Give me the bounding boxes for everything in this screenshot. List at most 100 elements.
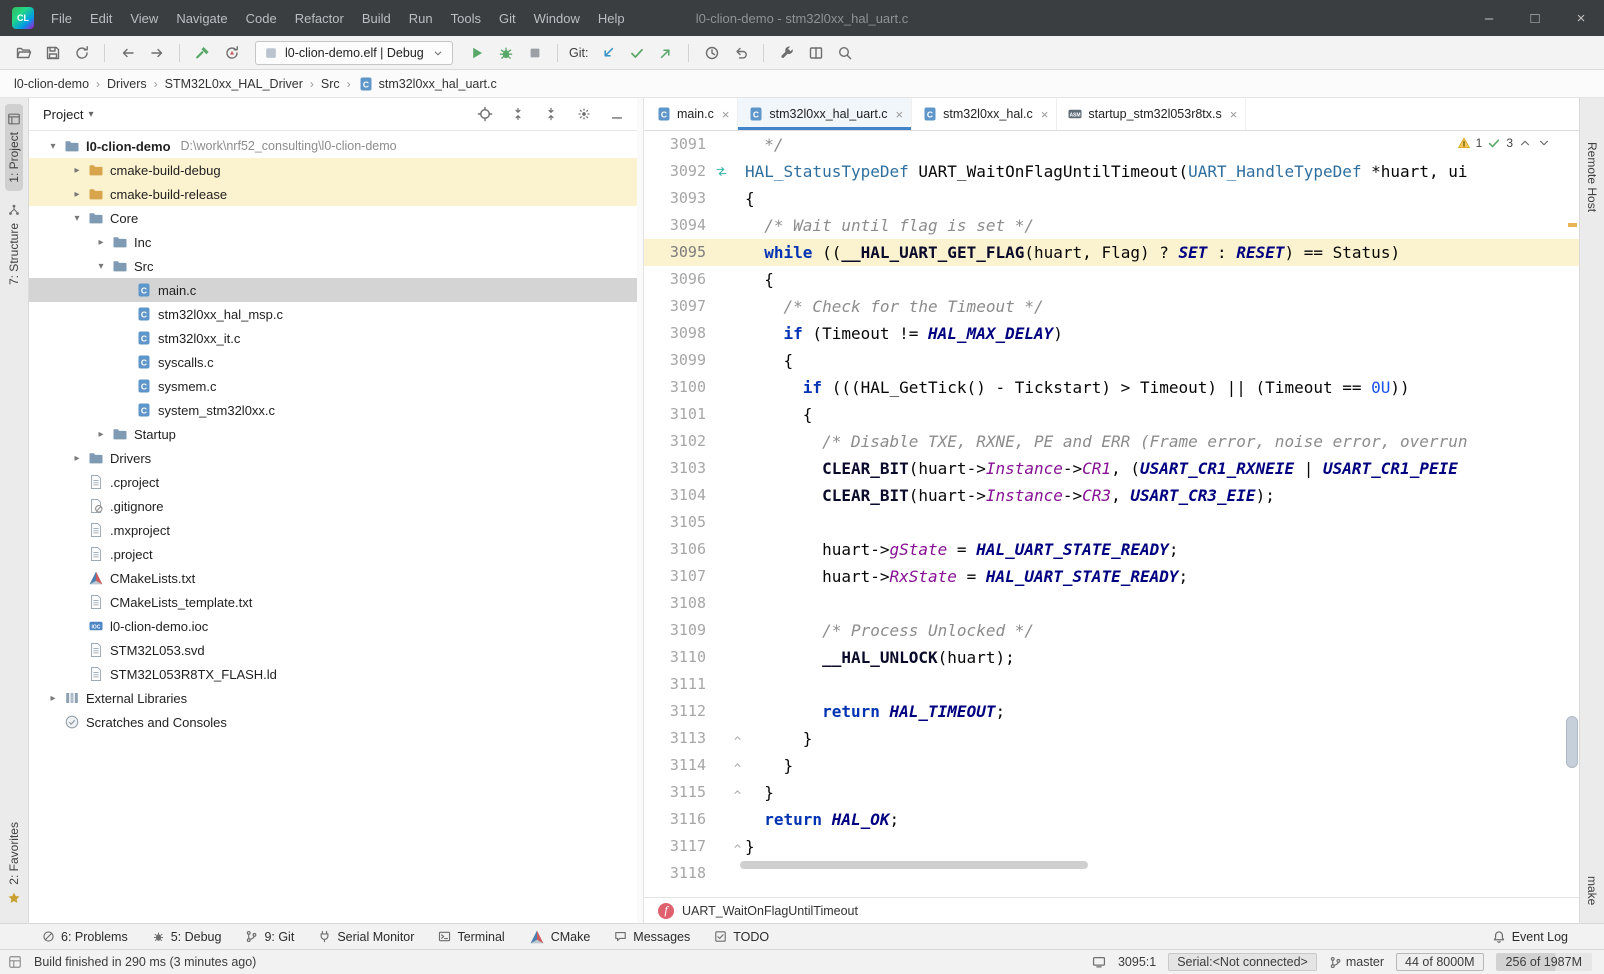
code-line-3095[interactable]: 3095 while ((__HAL_UART_GET_FLAG(huart, … bbox=[644, 239, 1579, 266]
locate-file-button[interactable] bbox=[473, 103, 497, 125]
vertical-scrollbar[interactable] bbox=[1565, 131, 1579, 897]
menu-git[interactable]: Git bbox=[490, 7, 525, 30]
code-line-3111[interactable]: 3111 bbox=[644, 671, 1579, 698]
memory-indicator[interactable]: 256 of 1987M bbox=[1496, 953, 1592, 971]
tree-item-src[interactable]: ▾Src bbox=[29, 254, 637, 278]
expand-all-button[interactable] bbox=[506, 103, 530, 125]
minimize-button[interactable]: – bbox=[1466, 0, 1512, 36]
menu-code[interactable]: Code bbox=[237, 7, 286, 30]
fold-marker-icon[interactable] bbox=[730, 833, 745, 860]
toolwindow-button-2-favorites[interactable]: 2: Favorites bbox=[5, 814, 23, 913]
chevron-down-icon[interactable]: ▾ bbox=[43, 141, 63, 152]
editor-tab-main-c[interactable]: Cmain.c× bbox=[646, 98, 738, 130]
tree-item-startup[interactable]: ▸Startup bbox=[29, 422, 637, 446]
fold-marker-icon[interactable] bbox=[730, 779, 745, 806]
toolwindow-button-event-log[interactable]: Event Log bbox=[1492, 930, 1568, 944]
menu-file[interactable]: File bbox=[42, 7, 81, 30]
tab-close-icon[interactable]: × bbox=[722, 107, 730, 122]
tree-item-drivers[interactable]: ▸Drivers bbox=[29, 446, 637, 470]
open-button[interactable] bbox=[10, 41, 37, 65]
tree-item-cmake-build-release[interactable]: ▸cmake-build-release bbox=[29, 182, 637, 206]
fold-marker-icon[interactable] bbox=[730, 725, 745, 752]
build-hammer-button[interactable] bbox=[189, 41, 216, 65]
run-button[interactable] bbox=[463, 41, 490, 65]
reload-cmake-button[interactable] bbox=[218, 41, 245, 65]
git-commit-button[interactable] bbox=[623, 41, 650, 65]
code-line-3116[interactable]: 3116 return HAL_OK; bbox=[644, 806, 1579, 833]
menu-view[interactable]: View bbox=[121, 7, 167, 30]
git-push-button[interactable] bbox=[652, 41, 679, 65]
code-line-3107[interactable]: 3107 huart->RxState = HAL_UART_STATE_REA… bbox=[644, 563, 1579, 590]
tree-item-cmakelists-template-txt[interactable]: CMakeLists_template.txt bbox=[29, 590, 637, 614]
code-line-3101[interactable]: 3101 { bbox=[644, 401, 1579, 428]
search-everywhere-button[interactable] bbox=[831, 41, 858, 65]
next-problem-chevron-icon[interactable] bbox=[1537, 136, 1551, 150]
panel-splitter[interactable] bbox=[637, 98, 644, 923]
tree-item-stm32l0xx-hal-msp-c[interactable]: Cstm32l0xx_hal_msp.c bbox=[29, 302, 637, 326]
tree-item-system-stm32l0xx-c[interactable]: Csystem_stm32l0xx.c bbox=[29, 398, 637, 422]
toolwindow-button-6-problems[interactable]: 6: Problems bbox=[42, 930, 128, 944]
toolwindow-button-7-structure[interactable]: 7: Structure bbox=[5, 195, 23, 293]
diff-button[interactable] bbox=[802, 41, 829, 65]
tree-item-stm32l053-svd[interactable]: STM32L053.svd bbox=[29, 638, 637, 662]
project-view-selector[interactable]: Project ▾ bbox=[43, 107, 94, 122]
code-line-3109[interactable]: 3109 /* Process Unlocked */ bbox=[644, 617, 1579, 644]
tree-item-scratches-and-consoles[interactable]: Scratches and Consoles bbox=[29, 710, 637, 734]
tree-item-cproject[interactable]: .cproject bbox=[29, 470, 637, 494]
maximize-button[interactable]: □ bbox=[1512, 0, 1558, 36]
code-line-3106[interactable]: 3106 huart->gState = HAL_UART_STATE_READ… bbox=[644, 536, 1579, 563]
save-all-button[interactable] bbox=[39, 41, 66, 65]
toolwindow-switcher-icon[interactable] bbox=[8, 955, 22, 969]
code-line-3100[interactable]: 3100 if (((HAL_GetTick() - Tickstart) > … bbox=[644, 374, 1579, 401]
chevron-down-icon[interactable]: ▾ bbox=[67, 213, 87, 224]
tree-item-external-libraries[interactable]: ▸External Libraries bbox=[29, 686, 637, 710]
heap-widget[interactable]: 44 of 8000M bbox=[1396, 953, 1484, 971]
tab-close-icon[interactable]: × bbox=[1041, 107, 1049, 122]
chevron-right-icon[interactable]: ▸ bbox=[91, 237, 111, 248]
chevron-right-icon[interactable]: ▸ bbox=[67, 453, 87, 464]
code-editor[interactable]: 3091 */3092HAL_StatusTypeDef UART_WaitOn… bbox=[644, 131, 1579, 897]
collapse-all-button[interactable] bbox=[539, 103, 563, 125]
toolwindow-button-make[interactable]: make bbox=[1583, 868, 1601, 913]
git-branch-widget[interactable]: master bbox=[1329, 955, 1384, 969]
code-line-3108[interactable]: 3108 bbox=[644, 590, 1579, 617]
tree-item-core[interactable]: ▾Core bbox=[29, 206, 637, 230]
horizontal-scrollbar[interactable] bbox=[740, 861, 1088, 869]
code-line-3103[interactable]: 3103 CLEAR_BIT(huart->Instance->CR1, (US… bbox=[644, 455, 1579, 482]
toolwindow-button-cmake[interactable]: CMake bbox=[529, 929, 591, 945]
git-update-button[interactable] bbox=[594, 41, 621, 65]
toolwindow-button-1-project[interactable]: 1: Project bbox=[5, 104, 23, 191]
tree-item-mxproject[interactable]: .mxproject bbox=[29, 518, 637, 542]
menu-navigate[interactable]: Navigate bbox=[167, 7, 236, 30]
code-line-3091[interactable]: 3091 */ bbox=[644, 131, 1579, 158]
toolwindow-button-messages[interactable]: Messages bbox=[614, 930, 690, 944]
forward-button[interactable] bbox=[143, 41, 170, 65]
toolwindow-button-serial-monitor[interactable]: Serial Monitor bbox=[318, 930, 414, 944]
breadcrumb-item-l0-clion-demo[interactable]: l0-clion-demo bbox=[14, 77, 89, 91]
code-line-3093[interactable]: 3093{ bbox=[644, 185, 1579, 212]
settings-wrench-button[interactable] bbox=[773, 41, 800, 65]
sync-button[interactable] bbox=[68, 41, 95, 65]
rollback-button[interactable] bbox=[727, 41, 754, 65]
monitor-icon[interactable] bbox=[1092, 955, 1106, 969]
menu-edit[interactable]: Edit bbox=[81, 7, 121, 30]
function-name[interactable]: UART_WaitOnFlagUntilTimeout bbox=[682, 904, 858, 918]
prev-problem-chevron-icon[interactable] bbox=[1518, 136, 1532, 150]
code-line-3112[interactable]: 3112 return HAL_TIMEOUT; bbox=[644, 698, 1579, 725]
code-line-3105[interactable]: 3105 bbox=[644, 509, 1579, 536]
tree-item-stm32l053r8tx-flash-ld[interactable]: STM32L053R8TX_FLASH.ld bbox=[29, 662, 637, 686]
serial-status-widget[interactable]: Serial:<Not connected> bbox=[1168, 953, 1317, 971]
toolwindow-button-todo[interactable]: TODO bbox=[714, 930, 769, 944]
tree-item-cmakelists-txt[interactable]: CMakeLists.txt bbox=[29, 566, 637, 590]
tree-item-stm32l0xx-it-c[interactable]: Cstm32l0xx_it.c bbox=[29, 326, 637, 350]
editor-tab-stm32l0xx-hal-c[interactable]: Cstm32l0xx_hal.c× bbox=[912, 98, 1057, 130]
breadcrumb-item-stm32l0xx-hal-uart-c[interactable]: Cstm32l0xx_hal_uart.c bbox=[358, 76, 497, 92]
scrollbar-thumb[interactable] bbox=[1566, 716, 1578, 768]
toolwindow-button-5-debug[interactable]: 5: Debug bbox=[152, 930, 222, 944]
toolwindow-button-9-git[interactable]: 9: Git bbox=[245, 930, 294, 944]
code-line-3113[interactable]: 3113 } bbox=[644, 725, 1579, 752]
code-line-3092[interactable]: 3092HAL_StatusTypeDef UART_WaitOnFlagUnt… bbox=[644, 158, 1579, 185]
tree-item-gitignore[interactable]: .gitignore bbox=[29, 494, 637, 518]
menu-run[interactable]: Run bbox=[400, 7, 442, 30]
tree-item-syscalls-c[interactable]: Csyscalls.c bbox=[29, 350, 637, 374]
